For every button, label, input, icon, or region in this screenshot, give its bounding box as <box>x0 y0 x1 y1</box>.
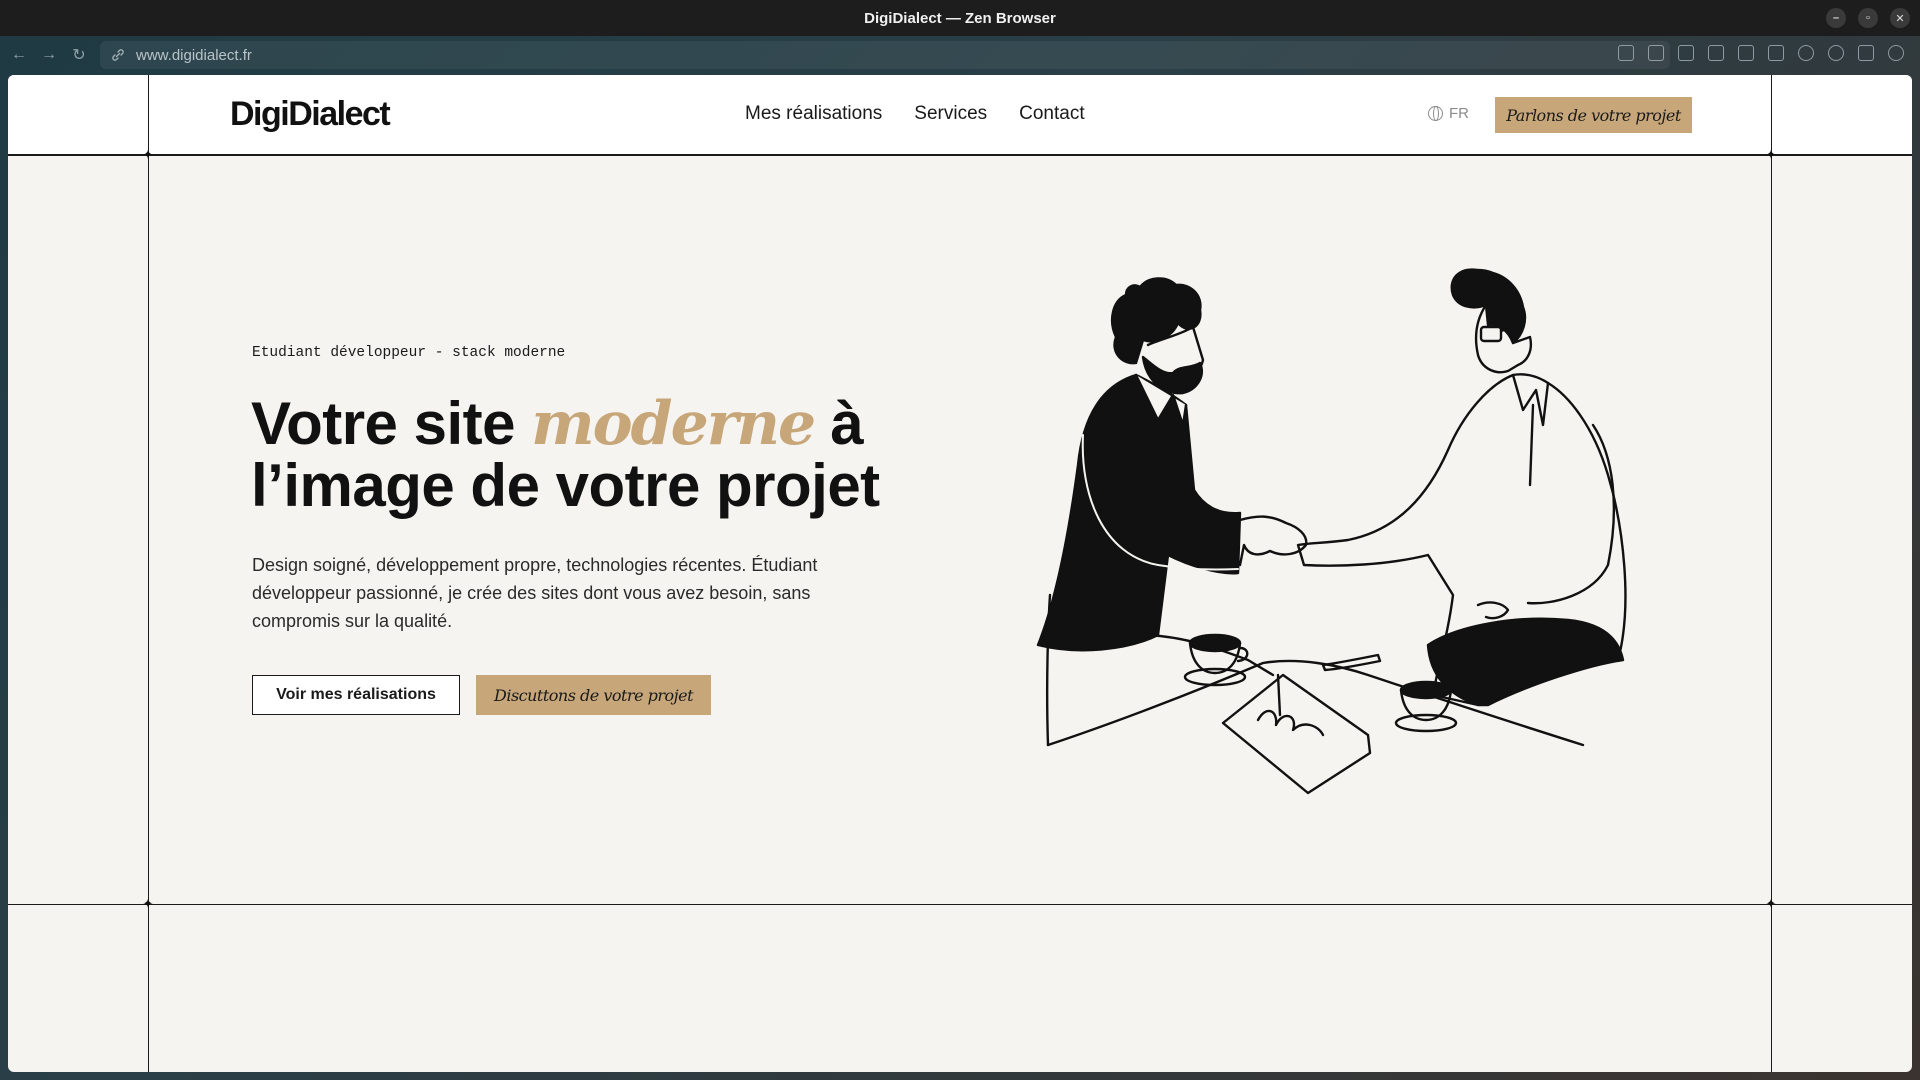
reload-button[interactable]: ↻ <box>68 44 90 66</box>
url-text: www.digidialect.fr <box>136 46 252 64</box>
right-man-hair <box>1450 268 1527 345</box>
split-view-icon[interactable] <box>1858 45 1874 61</box>
profile-icon[interactable] <box>1828 45 1844 61</box>
right-man-hand <box>1476 601 1510 620</box>
toolbar-icons <box>1618 45 1904 61</box>
portfolio-button[interactable]: Voir mes réalisations <box>252 675 460 715</box>
left-chair <box>1045 593 1052 747</box>
right-man-glasses-left <box>1479 325 1503 343</box>
sparkle-icon: ✦ <box>142 147 154 162</box>
close-button[interactable]: ✕ <box>1890 8 1910 28</box>
translate-icon[interactable] <box>1618 45 1634 61</box>
right-man-collar <box>1511 373 1550 427</box>
url-bar[interactable]: www.digidialect.fr <box>100 41 1670 69</box>
left-chair-leg <box>1276 673 1282 717</box>
headline-accent: moderne <box>531 389 816 459</box>
handshake-hands <box>1238 515 1308 567</box>
back-button[interactable]: ← <box>8 44 30 66</box>
maximize-button[interactable]: ▫ <box>1858 8 1878 28</box>
hero-headline: Votre site moderne à l’image de votre pr… <box>251 393 931 516</box>
left-man-hair <box>1111 277 1202 365</box>
window-title: DigiDialect — Zen Browser <box>864 9 1056 27</box>
settings-icon[interactable] <box>1798 45 1814 61</box>
sparkle-icon: ✦ <box>1765 147 1777 162</box>
cup-right <box>1399 680 1453 700</box>
minimize-button[interactable]: – <box>1826 8 1846 28</box>
page-viewport: ✦ ✦ ✦ ✦ DigiDialect Mes réalisations Ser… <box>8 75 1912 1072</box>
grid-line-header <box>8 155 1912 156</box>
screenshot-icon[interactable] <box>1708 45 1724 61</box>
grid-line-right <box>1771 75 1772 1072</box>
right-man-tie <box>1528 403 1535 487</box>
link-icon <box>110 47 126 63</box>
left-man-suit <box>1036 373 1242 652</box>
contract-paper <box>1221 673 1372 795</box>
globe-icon <box>1428 106 1443 121</box>
language-switcher[interactable]: FR <box>1428 105 1469 122</box>
sidebar-icon[interactable] <box>1678 45 1694 61</box>
grid-line-bottom <box>8 904 1912 905</box>
forward-button[interactable]: → <box>38 44 60 66</box>
main-nav: Mes réalisations Services Contact <box>745 103 1085 125</box>
reader-icon[interactable] <box>1648 45 1664 61</box>
nav-item-realisations[interactable]: Mes réalisations <box>745 103 882 125</box>
handshake-illustration <box>1036 268 1627 795</box>
nav-item-services[interactable]: Services <box>914 103 987 125</box>
hero-subtext: Design soigné, développement propre, tec… <box>252 555 818 631</box>
headline-pre: Votre site <box>251 390 532 457</box>
grid-line-left <box>148 75 149 1072</box>
language-label: FR <box>1449 105 1469 122</box>
right-man-pants <box>1426 617 1625 707</box>
pen <box>1321 653 1382 672</box>
nav-item-contact[interactable]: Contact <box>1019 103 1084 125</box>
browser-toolbar: ← → ↻ www.digidialect.fr <box>0 36 1920 74</box>
site-logo[interactable]: DigiDialect <box>230 95 391 134</box>
cup-left <box>1188 633 1242 653</box>
header-cta-button[interactable]: Parlons de votre projet <box>1495 97 1692 133</box>
sparkle-icon: ✦ <box>1765 896 1777 911</box>
window-titlebar: DigiDialect — Zen Browser – ▫ ✕ <box>0 0 1920 36</box>
more-icon[interactable] <box>1888 45 1904 61</box>
containers-icon[interactable] <box>1768 45 1784 61</box>
key-icon[interactable] <box>1738 45 1754 61</box>
hero-eyebrow: Etudiant développeur - stack moderne <box>252 345 566 361</box>
cup-right-saucer <box>1394 713 1458 733</box>
sparkle-icon: ✦ <box>142 896 154 911</box>
discuss-project-button[interactable]: Discuttons de votre projet <box>476 675 711 715</box>
contract-signature <box>1256 709 1325 737</box>
window-controls: – ▫ ✕ <box>1826 8 1910 28</box>
